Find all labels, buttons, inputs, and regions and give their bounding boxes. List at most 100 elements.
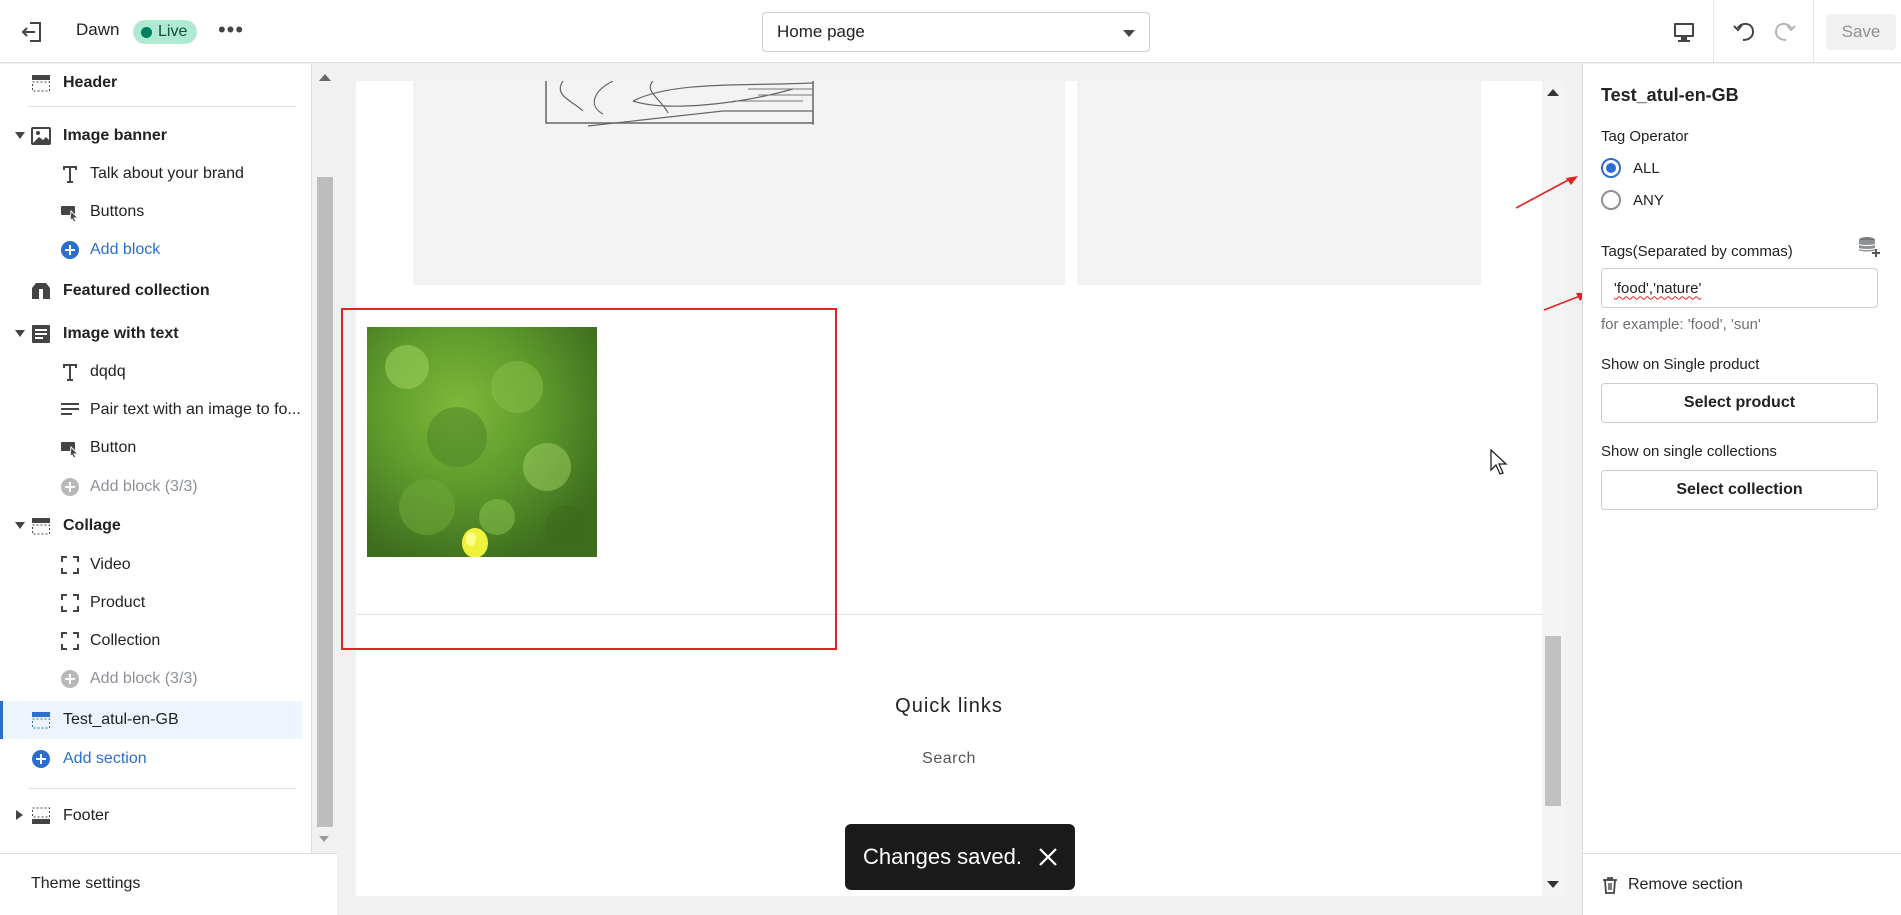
- chevron-down-icon[interactable]: [15, 330, 25, 337]
- block-product[interactable]: Product: [0, 585, 302, 621]
- section-collage[interactable]: Collage: [0, 508, 302, 544]
- radio-all[interactable]: ALL: [1601, 156, 1801, 180]
- tags-input-value: 'food','nature': [1614, 279, 1702, 297]
- collage-tile: [413, 81, 1065, 285]
- undo-icon[interactable]: [1729, 16, 1759, 46]
- scroll-down-icon[interactable]: [319, 836, 329, 842]
- chevron-down-icon[interactable]: [15, 522, 25, 529]
- placeholder-illustration: [545, 81, 814, 127]
- theme-settings-bar: Theme settings: [0, 853, 337, 915]
- remove-section-button[interactable]: Remove section: [1628, 876, 1743, 894]
- toast-notification: Changes saved.: [845, 824, 1075, 890]
- chevron-down-icon[interactable]: [15, 132, 25, 139]
- section-header-label: Header: [63, 74, 118, 91]
- section-featured-collection[interactable]: Featured collection: [0, 273, 302, 309]
- section-test-atul-label: Test_atul-en-GB: [63, 711, 179, 728]
- remove-section-bar: Remove section: [1583, 853, 1901, 915]
- radio-unchecked-icon[interactable]: [1601, 190, 1621, 210]
- block-text[interactable]: Talk about your brand: [0, 156, 302, 192]
- collage-icon: [32, 518, 50, 535]
- section-icon: [32, 712, 50, 729]
- block-label: Pair text with an image to fo...: [90, 401, 301, 418]
- section-featured-collection-label: Featured collection: [63, 282, 210, 299]
- theme-settings-link[interactable]: Theme settings: [31, 875, 140, 893]
- single-collections-label: Show on single collections: [1601, 443, 1777, 460]
- settings-title: Test_atul-en-GB: [1601, 85, 1739, 105]
- block-label: Collection: [90, 632, 161, 649]
- plus-circle-icon: [61, 670, 79, 688]
- radio-checked-icon[interactable]: [1601, 158, 1621, 178]
- tags-input[interactable]: 'food','nature': [1601, 268, 1878, 308]
- section-footer-label: Footer: [63, 807, 110, 824]
- exit-icon[interactable]: [18, 18, 46, 46]
- section-test-atul[interactable]: Test_atul-en-GB: [0, 701, 302, 739]
- top-bar: Dawn Live ••• Home page Save: [0, 0, 1901, 63]
- block-text[interactable]: dqdq: [0, 354, 302, 390]
- live-dot-icon: [141, 26, 152, 38]
- paragraph-icon: [61, 403, 79, 415]
- block-paragraph[interactable]: Pair text with an image to fo...: [0, 392, 302, 428]
- radio-any-label: ANY: [1633, 191, 1664, 209]
- page-select[interactable]: Home page: [762, 12, 1150, 52]
- section-header[interactable]: Header: [0, 65, 302, 101]
- section-image-banner[interactable]: Image banner: [0, 118, 302, 154]
- text-icon: [63, 364, 77, 381]
- image-with-text-icon: [32, 325, 50, 343]
- scrollbar-thumb[interactable]: [1545, 636, 1561, 806]
- block-collection[interactable]: Collection: [0, 623, 302, 659]
- section-image-with-text[interactable]: Image with text: [0, 316, 302, 352]
- sidebar-scrollbar[interactable]: [314, 64, 336, 842]
- section-collage-label: Collage: [63, 517, 121, 534]
- tags-label: Tags(Separated by commas): [1601, 243, 1793, 260]
- frame-icon: [61, 556, 79, 574]
- page-select-value: Home page: [777, 22, 865, 41]
- button-icon: [61, 206, 80, 223]
- block-label: dqdq: [90, 363, 126, 380]
- add-block-button[interactable]: Add block: [0, 232, 302, 268]
- block-buttons[interactable]: Buttons: [0, 194, 302, 230]
- chevron-right-icon[interactable]: [16, 810, 23, 820]
- radio-any[interactable]: ANY: [1601, 188, 1801, 212]
- button-icon: [61, 442, 80, 459]
- single-product-label: Show on Single product: [1601, 356, 1760, 373]
- block-label: Button: [90, 439, 137, 456]
- block-button[interactable]: Button: [0, 430, 302, 466]
- tag-operator-label: Tag Operator: [1601, 128, 1689, 145]
- block-label: Video: [90, 556, 131, 573]
- save-button[interactable]: Save: [1826, 14, 1896, 50]
- annotation-arrow-icon: [1515, 176, 1578, 209]
- scroll-up-icon[interactable]: [1547, 89, 1559, 96]
- add-block-disabled: Add block (3/3): [0, 469, 302, 505]
- plus-circle-icon: [32, 750, 50, 768]
- block-label: Product: [90, 594, 146, 611]
- add-block-disabled: Add block (3/3): [0, 661, 302, 697]
- desktop-icon[interactable]: [1668, 16, 1700, 48]
- section-settings-panel: Test_atul-en-GB Tag Operator ALL ANY Tag…: [1582, 64, 1901, 915]
- close-icon[interactable]: [1037, 846, 1059, 868]
- live-badge-label: Live: [158, 23, 188, 40]
- sections-sidebar: Header Image banner Talk about your bran…: [0, 64, 312, 915]
- chevron-down-icon: [1123, 30, 1135, 37]
- annotation-highlight-box: [341, 308, 837, 650]
- section-footer[interactable]: Footer: [0, 798, 302, 834]
- scroll-up-icon[interactable]: [319, 74, 331, 81]
- add-block-label: Add block (3/3): [90, 478, 198, 495]
- add-section-button[interactable]: Add section: [0, 741, 302, 777]
- select-collection-button[interactable]: Select collection: [1601, 470, 1878, 510]
- block-video[interactable]: Video: [0, 547, 302, 583]
- scroll-down-icon[interactable]: [1547, 881, 1559, 888]
- scrollbar-thumb[interactable]: [317, 177, 333, 827]
- database-add-icon[interactable]: [1857, 236, 1881, 258]
- quick-link-search[interactable]: Search: [356, 750, 1542, 768]
- tag-icon: [32, 283, 50, 299]
- toolbar-divider: [1713, 0, 1714, 63]
- live-badge: Live: [133, 20, 198, 44]
- more-horizontal-icon[interactable]: •••: [215, 16, 247, 48]
- trash-icon: [1603, 877, 1617, 894]
- select-product-button[interactable]: Select product: [1601, 383, 1878, 423]
- footer-section-icon: [32, 807, 50, 824]
- block-label: Talk about your brand: [90, 165, 244, 182]
- redo-icon[interactable]: [1770, 16, 1800, 46]
- toast-message: Changes saved.: [863, 844, 1022, 869]
- text-icon: [63, 166, 77, 183]
